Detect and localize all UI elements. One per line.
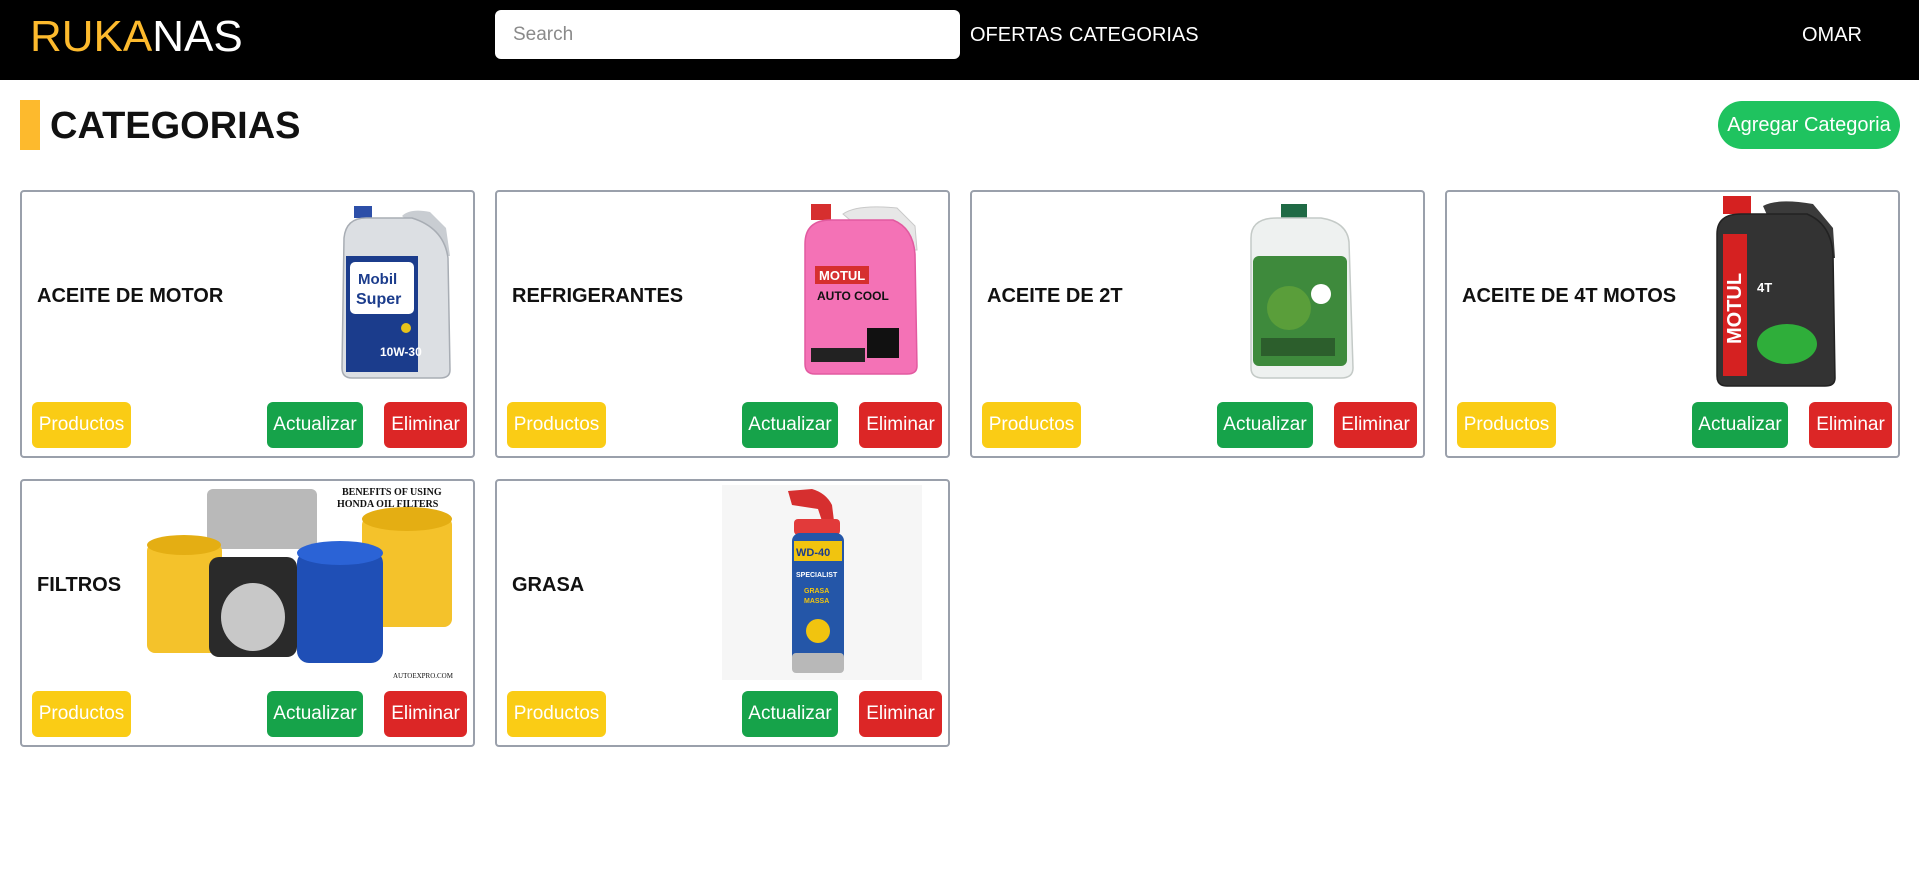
category-name: REFRIGERANTES (512, 285, 684, 307)
category-card-aceite-de-4t-motos: ACEITE DE 4T MOTOS MOTUL 4T Productos Ac… (1445, 190, 1900, 458)
oil-filters-image: BENEFITS OF USING HONDA OIL FILTERS AUTO… (147, 487, 454, 680)
search-input[interactable] (495, 10, 960, 59)
top-navbar: RUKANAS OFERTAS CATEGORIAS OMAR (0, 0, 1919, 80)
4t-oil-jug-image: MOTUL 4T (1716, 196, 1836, 387)
actualizar-button[interactable]: Actualizar (267, 691, 363, 737)
motor-oil-jug-image: Mobil Super 10W-30 (341, 206, 451, 379)
page-title: CATEGORIAS (50, 105, 301, 147)
category-name: GRASA (512, 574, 585, 596)
coolant-jug-image: MOTUL AUTO COOL (804, 204, 918, 375)
title-accent-bar (20, 100, 40, 150)
category-card-aceite-de-2t: ACEITE DE 2T Productos Actualizar Elimin… (970, 190, 1425, 458)
productos-button[interactable]: Productos (507, 691, 606, 737)
svg-text:Super: Super (356, 291, 401, 308)
category-card-aceite-de-motor: ACEITE DE MOTOR Mobil Super 10W-30 Produ… (20, 190, 475, 458)
svg-text:10W-30: 10W-30 (380, 345, 422, 359)
2t-oil-jug-image (1250, 204, 1354, 379)
eliminar-button[interactable]: Eliminar (1334, 402, 1417, 448)
category-card-filtros: FILTROS BENEFITS OF USING HONDA OIL FILT… (20, 479, 475, 747)
productos-button[interactable]: Productos (32, 691, 131, 737)
svg-text:MASSA: MASSA (804, 598, 829, 605)
eliminar-button[interactable]: Eliminar (1809, 402, 1892, 448)
eliminar-button[interactable]: Eliminar (859, 402, 942, 448)
eliminar-button[interactable]: Eliminar (384, 691, 467, 737)
svg-text:WD-40: WD-40 (796, 547, 830, 559)
brand-logo-part1: RUKA (30, 12, 153, 61)
productos-button[interactable]: Productos (982, 402, 1081, 448)
actualizar-button[interactable]: Actualizar (1692, 402, 1788, 448)
actualizar-button[interactable]: Actualizar (1217, 402, 1313, 448)
actualizar-button[interactable]: Actualizar (267, 402, 363, 448)
svg-text:4T: 4T (1757, 280, 1772, 295)
productos-button[interactable]: Productos (507, 402, 606, 448)
productos-button[interactable]: Productos (32, 402, 131, 448)
brand-logo[interactable]: RUKANAS (30, 12, 243, 62)
eliminar-button[interactable]: Eliminar (859, 691, 942, 737)
add-category-button[interactable]: Agregar Categoria (1718, 101, 1900, 149)
svg-text:AUTOEXPRO.COM: AUTOEXPRO.COM (393, 672, 454, 680)
svg-text:Mobil: Mobil (358, 271, 397, 288)
category-card-refrigerantes: REFRIGERANTES MOTUL AUTO COOL Productos … (495, 190, 950, 458)
actualizar-button[interactable]: Actualizar (742, 402, 838, 448)
svg-text:GRASA: GRASA (804, 588, 829, 595)
eliminar-button[interactable]: Eliminar (384, 402, 467, 448)
grease-spray-can-image: WD-40 SPECIALIST GRASA MASSA (722, 485, 922, 680)
category-name: ACEITE DE 2T (987, 285, 1123, 307)
category-name: ACEITE DE MOTOR (37, 285, 224, 307)
user-menu[interactable]: OMAR (1802, 23, 1862, 47)
svg-text:SPECIALIST: SPECIALIST (796, 572, 838, 579)
svg-text:MOTUL: MOTUL (819, 268, 865, 283)
category-name: ACEITE DE 4T MOTOS (1462, 285, 1677, 307)
nav-link-ofertas[interactable]: OFERTAS (970, 23, 1063, 47)
svg-text:MOTUL: MOTUL (1724, 273, 1746, 344)
svg-text:BENEFITS OF USING: BENEFITS OF USING (342, 487, 442, 498)
brand-logo-part2: NAS (152, 12, 243, 61)
productos-button[interactable]: Productos (1457, 402, 1556, 448)
actualizar-button[interactable]: Actualizar (742, 691, 838, 737)
svg-text:AUTO COOL: AUTO COOL (817, 289, 889, 303)
category-name: FILTROS (37, 574, 122, 596)
category-card-grasa: GRASA WD-40 SPECIALIST GRASA MASSA Produ… (495, 479, 950, 747)
nav-link-categorias[interactable]: CATEGORIAS (1069, 23, 1199, 47)
